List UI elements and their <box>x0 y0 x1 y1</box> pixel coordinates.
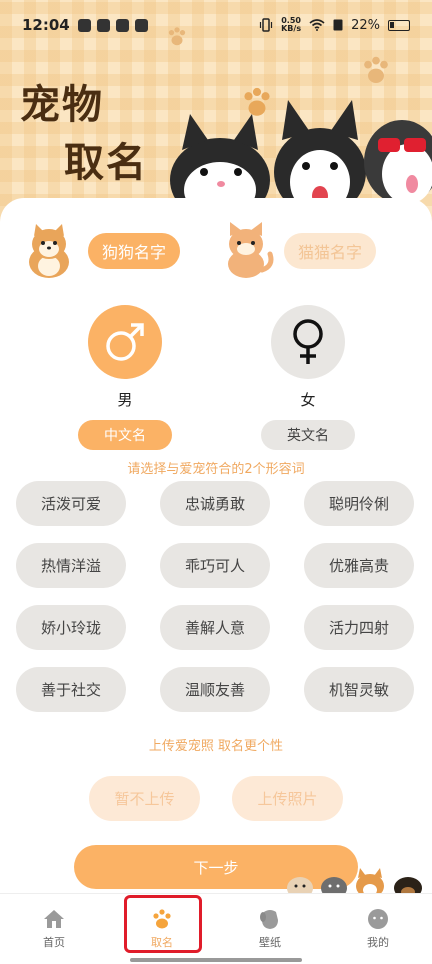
battery-percent: 22% <box>351 17 380 33</box>
wechat-icon <box>96 18 110 32</box>
network-speed: 0.50 KB/s <box>281 16 302 33</box>
bottom-navigation: 首页 取名 壁纸 我的 <box>0 893 432 964</box>
upload-photo-button[interactable]: 上传照片 <box>232 776 343 821</box>
adjective-chip[interactable]: 活力四射 <box>304 605 414 650</box>
nav-wallpaper[interactable]: 壁纸 <box>216 894 324 964</box>
cat-names-tab[interactable]: 猫猫名字 <box>284 233 377 269</box>
upload-hint: 上传爱宠照 取名更个性 <box>148 739 284 754</box>
active-tab-highlight <box>124 895 202 953</box>
adjective-chip[interactable]: 乖巧可人 <box>160 543 270 588</box>
app-notification-icon <box>77 18 91 32</box>
nav-mine-label: 我的 <box>367 936 389 949</box>
vibrate-icon <box>260 18 273 32</box>
adjective-chip[interactable]: 优雅高贵 <box>304 543 414 588</box>
wifi-icon <box>309 19 325 31</box>
adjective-chip[interactable]: 活泼可爱 <box>16 481 126 526</box>
page-title-line2: 取名 <box>64 139 148 186</box>
notification-icons <box>77 18 148 32</box>
english-name-button[interactable]: 英文名 <box>261 420 355 450</box>
app-notification-icon-2 <box>115 18 129 32</box>
dog-head-icon <box>260 910 278 929</box>
shiba-dog-icon <box>29 224 69 278</box>
female-symbol-icon <box>293 319 323 364</box>
adjective-chip[interactable]: 机智灵敏 <box>304 667 414 712</box>
dog-tab-group[interactable]: 狗狗名字 <box>22 222 181 280</box>
status-bar: 12:04 0.50 KB/s 22% <box>0 0 432 50</box>
battery-icon <box>388 19 410 31</box>
adjective-chip[interactable]: 忠诚勇敢 <box>160 481 270 526</box>
skip-upload-button[interactable]: 暂不上传 <box>89 776 200 821</box>
orange-cat-icon <box>228 222 274 278</box>
male-symbol-icon <box>106 323 144 361</box>
upload-options: 暂不上传 上传照片 <box>0 776 432 821</box>
status-time: 12:04 <box>22 16 70 34</box>
app-notification-icon-3 <box>134 18 148 32</box>
female-option: 女 英文名 <box>253 305 363 450</box>
home-icon <box>44 910 64 928</box>
adjective-chip[interactable]: 聪明伶俐 <box>304 481 414 526</box>
adjective-chip[interactable]: 善解人意 <box>160 605 270 650</box>
male-option: 男 中文名 <box>70 305 180 450</box>
profile-face-icon <box>368 909 388 929</box>
male-button[interactable] <box>88 305 162 379</box>
female-label: 女 <box>300 391 316 409</box>
chinese-name-button[interactable]: 中文名 <box>78 420 172 450</box>
page-title-line1: 宠物 <box>20 81 104 128</box>
nav-mine[interactable]: 我的 <box>324 894 432 964</box>
home-indicator <box>130 958 302 962</box>
female-button[interactable] <box>271 305 345 379</box>
adjective-chip[interactable]: 温顺友善 <box>160 667 270 712</box>
cat-tab-group[interactable]: 猫猫名字 <box>218 222 377 280</box>
header-pets-illustration <box>170 100 432 210</box>
nav-home-label: 首页 <box>43 936 65 949</box>
dog-names-tab[interactable]: 狗狗名字 <box>88 233 181 269</box>
nav-home[interactable]: 首页 <box>0 894 108 964</box>
paw-icon <box>168 27 186 46</box>
sim-icon <box>333 19 343 31</box>
adjective-hint: 请选择与爱宠符合的2个形容词 <box>127 462 305 477</box>
male-label: 男 <box>117 391 133 409</box>
adjective-chip[interactable]: 热情洋溢 <box>16 543 126 588</box>
adjective-chip[interactable]: 娇小玲珑 <box>16 605 126 650</box>
status-right: 0.50 KB/s 22% <box>259 17 410 33</box>
paw-icon <box>364 56 388 83</box>
nav-wallpaper-label: 壁纸 <box>259 936 281 949</box>
adjective-chip[interactable]: 善于社交 <box>16 667 126 712</box>
adjective-grid: 活泼可爱 忠诚勇敢 聪明伶俐 热情洋溢 乖巧可人 优雅高贵 娇小玲珑 善解人意 … <box>16 481 416 712</box>
